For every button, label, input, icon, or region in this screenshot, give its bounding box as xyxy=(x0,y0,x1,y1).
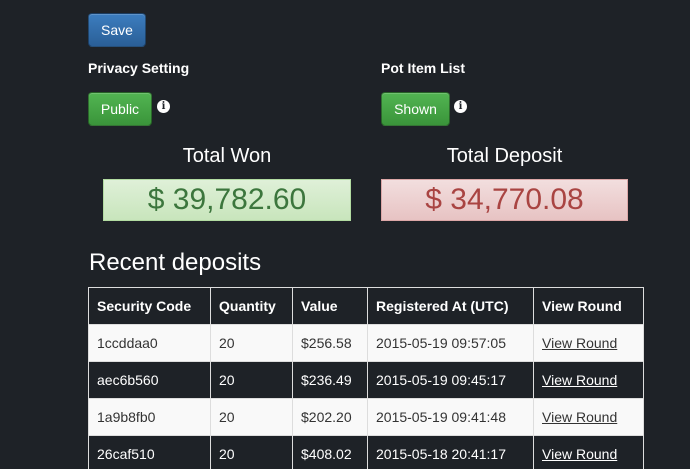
quantity-cell: 20 xyxy=(210,361,293,399)
table-row: 26caf510 20 $408.02 2015-05-18 20:41:17 … xyxy=(88,435,644,469)
total-deposit-value: $ 34,770.08 xyxy=(381,179,628,221)
view-round-link[interactable]: View Round xyxy=(542,446,617,462)
security-code-cell: 1a9b8fb0 xyxy=(88,398,211,436)
security-code-cell: 26caf510 xyxy=(88,435,211,469)
view-round-cell: View Round xyxy=(533,324,644,362)
privacy-setting-label: Privacy Setting xyxy=(88,60,190,76)
total-won-value: $ 39,782.60 xyxy=(103,179,351,221)
total-deposit-heading: Total Deposit xyxy=(446,145,563,167)
security-code-cell: aec6b560 xyxy=(88,361,211,399)
total-won-heading: Total Won xyxy=(182,145,272,167)
value-cell: $408.02 xyxy=(292,435,368,469)
table-row: aec6b560 20 $236.49 2015-05-19 09:45:17 … xyxy=(88,361,644,399)
privacy-toggle-button[interactable]: Public xyxy=(88,92,152,126)
value-cell: $256.58 xyxy=(292,324,368,362)
view-round-link[interactable]: View Round xyxy=(542,335,617,351)
privacy-toggle-label: Public xyxy=(100,101,140,117)
column-header-quantity: Quantity xyxy=(210,287,293,325)
registered-at-cell: 2015-05-19 09:45:17 xyxy=(367,361,534,399)
column-header-registered-at: Registered At (UTC) xyxy=(367,287,534,325)
table-row: 1ccddaa0 20 $256.58 2015-05-19 09:57:05 … xyxy=(88,324,644,362)
table-header-row: Security Code Quantity Value Registered … xyxy=(88,287,644,325)
save-button[interactable]: Save xyxy=(88,13,146,47)
quantity-cell: 20 xyxy=(210,435,293,469)
recent-deposits-table: Security Code Quantity Value Registered … xyxy=(88,287,644,469)
view-round-cell: View Round xyxy=(533,398,644,436)
registered-at-cell: 2015-05-18 20:41:17 xyxy=(367,435,534,469)
table-row: 1a9b8fb0 20 $202.20 2015-05-19 09:41:48 … xyxy=(88,398,644,436)
profile-page: Save Privacy Setting Public i Pot Item L… xyxy=(0,0,690,469)
security-code-cell: 1ccddaa0 xyxy=(88,324,211,362)
quantity-cell: 20 xyxy=(210,398,293,436)
pot-item-info-icon[interactable]: i xyxy=(454,100,467,113)
registered-at-cell: 2015-05-19 09:41:48 xyxy=(367,398,534,436)
view-round-cell: View Round xyxy=(533,435,644,469)
value-cell: $236.49 xyxy=(292,361,368,399)
view-round-cell: View Round xyxy=(533,361,644,399)
column-header-value: Value xyxy=(292,287,368,325)
column-header-view-round: View Round xyxy=(533,287,644,325)
pot-item-list-label: Pot Item List xyxy=(381,60,466,76)
recent-deposits-title: Recent deposits xyxy=(89,249,262,276)
pot-item-toggle-button[interactable]: Shown xyxy=(381,92,450,126)
column-header-security-code: Security Code xyxy=(88,287,211,325)
view-round-link[interactable]: View Round xyxy=(542,409,617,425)
save-button-label: Save xyxy=(101,22,133,38)
quantity-cell: 20 xyxy=(210,324,293,362)
registered-at-cell: 2015-05-19 09:57:05 xyxy=(367,324,534,362)
view-round-link[interactable]: View Round xyxy=(542,372,617,388)
value-cell: $202.20 xyxy=(292,398,368,436)
privacy-info-icon[interactable]: i xyxy=(157,100,170,113)
pot-item-toggle-label: Shown xyxy=(394,101,437,117)
